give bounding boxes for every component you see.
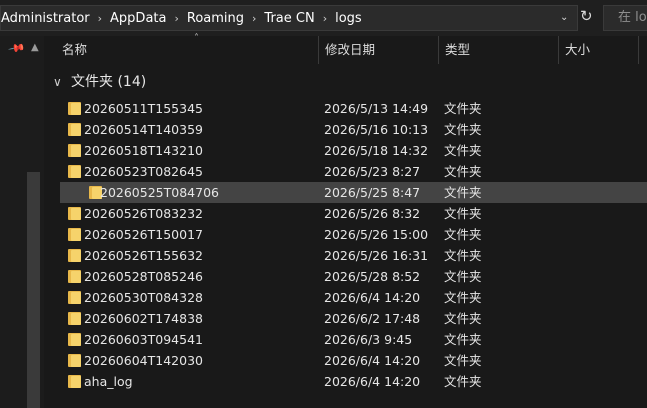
breadcrumb-roaming[interactable]: Roaming — [183, 11, 248, 26]
date-cell: 2026/5/26 8:32 — [324, 206, 421, 221]
date-cell: 2026/5/28 8:52 — [324, 269, 421, 284]
breadcrumb-trae-cn[interactable]: Trae CN — [260, 11, 318, 26]
file-name: 20260530T084328 — [84, 290, 203, 305]
date-cell: 2026/6/2 17:48 — [324, 311, 421, 326]
column-size-header[interactable]: 大小 — [558, 36, 638, 64]
address-bar: Administrator › AppData › Roaming › Trae… — [0, 0, 647, 36]
chevron-down-icon[interactable]: ⌄ — [560, 11, 568, 25]
nav-scrollbar[interactable] — [27, 172, 40, 408]
breadcrumb-separator-icon[interactable]: › — [248, 12, 260, 25]
date-cell: 2026/5/26 15:00 — [324, 227, 429, 242]
list-item[interactable]: 20260603T094541 2026/6/3 9:45 文件夹 — [44, 329, 647, 350]
folder-icon — [68, 165, 81, 178]
folder-icon — [68, 228, 81, 241]
list-item[interactable]: 20260526T083232 2026/5/26 8:32 文件夹 — [44, 203, 647, 224]
file-name: 20260526T083232 — [84, 206, 203, 221]
folder-icon — [68, 207, 81, 220]
list-item[interactable]: 20260602T174838 2026/6/2 17:48 文件夹 — [44, 308, 647, 329]
type-cell: 文件夹 — [444, 185, 482, 200]
column-divider — [638, 36, 639, 64]
file-name: 20260525T084706 — [100, 185, 219, 200]
type-cell: 文件夹 — [444, 353, 482, 368]
file-name: 20260528T085246 — [84, 269, 203, 284]
breadcrumb-separator-icon[interactable]: › — [319, 12, 331, 25]
date-cell: 2026/6/4 14:20 — [324, 374, 421, 389]
file-name: 20260526T155632 — [84, 248, 203, 263]
group-label: 文件夹 (14) — [71, 74, 147, 90]
folder-icon — [68, 333, 81, 346]
file-name: aha_log — [84, 374, 133, 389]
type-cell: 文件夹 — [444, 332, 482, 347]
date-cell: 2026/5/13 14:49 — [324, 101, 429, 116]
date-cell: 2026/5/25 8:47 — [324, 185, 421, 200]
type-cell: 文件夹 — [444, 248, 482, 263]
list-item[interactable]: 20260514T140359 2026/5/16 10:13 文件夹 — [44, 119, 647, 140]
list-item[interactable]: aha_log 2026/6/4 14:20 文件夹 — [44, 371, 647, 392]
folder-icon — [68, 123, 81, 136]
column-name-label: 名称 — [62, 42, 88, 57]
file-name: 20260526T150017 — [84, 227, 203, 242]
breadcrumb-administrator[interactable]: Administrator — [1, 11, 94, 26]
list-item[interactable]: 20260525T084706 2026/5/25 8:47 文件夹 — [60, 182, 647, 203]
list-item[interactable]: 20260523T082645 2026/5/23 8:27 文件夹 — [44, 161, 647, 182]
date-cell: 2026/5/16 10:13 — [324, 122, 429, 137]
breadcrumb-separator-icon[interactable]: › — [170, 12, 182, 25]
list-item[interactable]: 20260604T142030 2026/6/4 14:20 文件夹 — [44, 350, 647, 371]
folder-icon — [68, 102, 81, 115]
type-cell: 文件夹 — [444, 143, 482, 158]
file-name: 20260511T155345 — [84, 101, 203, 116]
list-item[interactable]: 20260530T084328 2026/6/4 14:20 文件夹 — [44, 287, 647, 308]
folder-icon — [68, 270, 81, 283]
column-header: 名称 ˄ 修改日期 类型 大小 — [44, 33, 647, 64]
type-cell: 文件夹 — [444, 227, 482, 242]
list-item[interactable]: 20260526T150017 2026/5/26 15:00 文件夹 — [44, 224, 647, 245]
folder-icon — [68, 249, 81, 262]
file-name: 20260603T094541 — [84, 332, 203, 347]
type-cell: 文件夹 — [444, 101, 482, 116]
folder-icon — [68, 144, 81, 157]
column-name-header[interactable]: 名称 ˄ — [56, 33, 318, 64]
search-input[interactable]: 在 logs — [603, 5, 647, 31]
type-cell: 文件夹 — [444, 206, 482, 221]
folder-icon — [68, 375, 81, 388]
type-cell: 文件夹 — [444, 290, 482, 305]
folder-icon — [68, 312, 81, 325]
breadcrumb[interactable]: Administrator › AppData › Roaming › Trae… — [0, 5, 578, 31]
list-item[interactable]: 20260511T155345 2026/5/13 14:49 文件夹 — [44, 98, 647, 119]
type-cell: 文件夹 — [444, 164, 482, 179]
list-item[interactable]: 20260526T155632 2026/5/26 16:31 文件夹 — [44, 245, 647, 266]
file-name: 20260514T140359 — [84, 122, 203, 137]
date-cell: 2026/5/18 14:32 — [324, 143, 429, 158]
type-cell: 文件夹 — [444, 311, 482, 326]
pin-icon[interactable]: 📌 — [8, 39, 27, 58]
date-cell: 2026/5/26 16:31 — [324, 248, 429, 263]
file-name: 20260523T082645 — [84, 164, 203, 179]
date-cell: 2026/6/4 14:20 — [324, 353, 421, 368]
type-cell: 文件夹 — [444, 269, 482, 284]
date-cell: 2026/6/3 9:45 — [324, 332, 413, 347]
file-list: 20260511T155345 2026/5/13 14:49 文件夹 2026051… — [44, 98, 647, 392]
file-name: 20260604T142030 — [84, 353, 203, 368]
sort-up-icon: ˄ — [194, 33, 199, 44]
date-cell: 2026/5/23 8:27 — [324, 164, 421, 179]
group-header-folders[interactable]: ∨ 文件夹 (14) — [44, 70, 146, 94]
refresh-icon[interactable]: ↻ — [580, 9, 593, 24]
breadcrumb-separator-icon[interactable]: › — [94, 12, 106, 25]
folder-icon — [68, 354, 81, 367]
list-item[interactable]: 20260528T085246 2026/5/28 8:52 文件夹 — [44, 266, 647, 287]
column-date-header[interactable]: 修改日期 — [318, 36, 438, 64]
file-name: 20260518T143210 — [84, 143, 203, 158]
folder-icon — [68, 291, 81, 304]
type-cell: 文件夹 — [444, 122, 482, 137]
breadcrumb-logs[interactable]: logs — [331, 11, 366, 26]
breadcrumb-appdata[interactable]: AppData — [106, 11, 170, 26]
chevron-down-icon[interactable]: ∨ — [53, 70, 65, 94]
type-cell: 文件夹 — [444, 374, 482, 389]
navigation-pane: 📌 ▲ — [0, 36, 44, 408]
column-type-header[interactable]: 类型 — [438, 36, 558, 64]
file-name: 20260602T174838 — [84, 311, 203, 326]
list-item[interactable]: 20260518T143210 2026/5/18 14:32 文件夹 — [44, 140, 647, 161]
scroll-up-icon[interactable]: ▲ — [31, 42, 39, 53]
date-cell: 2026/6/4 14:20 — [324, 290, 421, 305]
